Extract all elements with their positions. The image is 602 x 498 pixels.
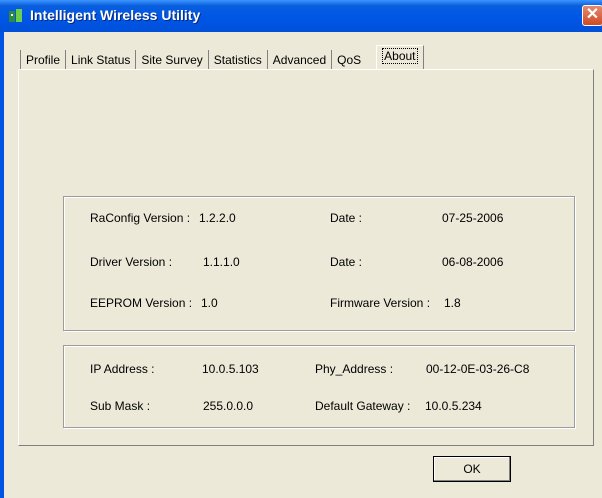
phy-address-value: 00-12-0E-03-26-C8: [426, 362, 530, 376]
window-title: Intelligent Wireless Utility: [30, 7, 201, 23]
driver-date-label: Date :: [330, 255, 363, 269]
wireless-utility-icon: [9, 9, 22, 22]
ok-button[interactable]: OK: [433, 456, 511, 482]
version-info-group: RaConfig Version : 1.2.2.0 Date : 07-25-…: [63, 196, 575, 331]
tab-qos[interactable]: QoS: [332, 50, 366, 70]
close-icon: ✕: [585, 6, 600, 23]
ip-address-value: 10.0.5.103: [202, 362, 259, 376]
eeprom-version-value: 1.0: [201, 296, 218, 310]
ip-address-label: IP Address :: [90, 362, 155, 376]
phy-address-label: Phy_Address :: [315, 362, 394, 376]
tab-profile[interactable]: Profile: [20, 50, 67, 70]
raconfig-date-label: Date :: [330, 211, 363, 225]
tab-statistics[interactable]: Statistics: [209, 50, 268, 70]
sub-mask-label: Sub Mask :: [90, 399, 151, 413]
raconfig-version-label: RaConfig Version :: [90, 211, 191, 225]
app-window: Intelligent Wireless Utility ✕ Profile L…: [0, 0, 602, 498]
driver-version-value: 1.1.1.0: [203, 255, 240, 269]
about-panel: RaConfig Version : 1.2.2.0 Date : 07-25-…: [18, 69, 594, 446]
eeprom-version-label: EEPROM Version :: [90, 296, 193, 310]
tab-link-status[interactable]: Link Status: [66, 50, 137, 70]
tab-strip: Profile Link Status Site Survey Statisti…: [20, 45, 424, 70]
default-gateway-label: Default Gateway :: [315, 399, 411, 413]
tab-advanced[interactable]: Advanced: [268, 50, 333, 70]
raconfig-date-value: 07-25-2006: [442, 211, 504, 225]
driver-date-value: 06-08-2006: [442, 255, 504, 269]
network-info-group: IP Address : 10.0.5.103 Phy_Address : 00…: [63, 345, 575, 428]
firmware-version-label: Firmware Version :: [330, 296, 431, 310]
driver-version-label: Driver Version :: [90, 255, 173, 269]
tab-about[interactable]: About: [376, 45, 424, 70]
firmware-version-value: 1.8: [444, 296, 461, 310]
default-gateway-value: 10.0.5.234: [425, 399, 482, 413]
raconfig-version-value: 1.2.2.0: [199, 211, 236, 225]
window-frame-left: [0, 32, 4, 498]
tab-site-survey[interactable]: Site Survey: [136, 50, 209, 70]
sub-mask-value: 255.0.0.0: [203, 399, 254, 413]
close-button[interactable]: ✕: [582, 5, 602, 26]
title-bar[interactable]: Intelligent Wireless Utility ✕: [0, 0, 602, 32]
tab-about-label: About: [382, 48, 418, 64]
